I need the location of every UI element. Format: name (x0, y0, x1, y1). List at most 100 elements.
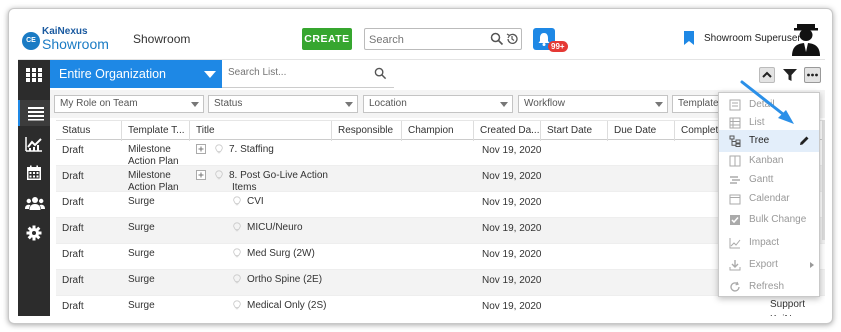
nav-apps[interactable] (18, 62, 50, 88)
caret-down-icon (191, 102, 199, 107)
lightbulb-icon (233, 196, 241, 206)
nav-people[interactable] (18, 190, 50, 216)
title-cell[interactable]: Ortho Spine (2E) (247, 274, 322, 286)
detail-icon (729, 99, 741, 111)
collapse-button[interactable] (759, 67, 775, 83)
lightbulb-icon (215, 170, 223, 180)
title-cell[interactable]: MICU/Neuro (247, 222, 303, 234)
user-avatar-icon[interactable] (790, 22, 822, 56)
search-icon[interactable] (374, 67, 387, 80)
view-menu-item-label: Gantt (749, 174, 774, 185)
filter-workflow[interactable]: Workflow (518, 95, 668, 113)
table-header: Status Template T... Title Responsible C… (56, 120, 825, 141)
column-header[interactable]: Title (190, 121, 332, 141)
top-header: CE KaiNexus Showroom Showroom CREATE 99+… (18, 18, 825, 60)
view-menu-item-refresh[interactable]: Refresh (719, 276, 819, 298)
table-row[interactable]: Draft Surge Med Surg (2W) Nov 19, 2020 (56, 244, 825, 270)
title-cell[interactable]: CVI (247, 196, 264, 208)
view-menu-item-impact[interactable]: Impact (719, 232, 819, 254)
title-cell[interactable]: 8. Post Go-Live Action (229, 170, 328, 182)
title-cell[interactable]: 7. Staffing (229, 144, 274, 156)
calendar-icon (27, 165, 41, 180)
calendar-view-icon (729, 194, 741, 205)
table-row[interactable]: Draft Surge Ortho Spine (2E) Nov 19, 2020 (56, 270, 825, 296)
created-date-cell: Nov 19, 2020 (482, 275, 542, 286)
caret-down-icon (500, 102, 508, 107)
screenshot-frame: CE KaiNexus Showroom Showroom CREATE 99+… (8, 8, 833, 324)
nav-reports[interactable] (18, 131, 50, 157)
table-row[interactable]: Draft Milestone Action Plan 8. Post Go-Live… (56, 166, 825, 193)
filter-my-role[interactable]: My Role on Team (54, 95, 204, 113)
view-menu-item-bulk-change[interactable]: Bulk Change (719, 209, 819, 231)
filter-status[interactable]: Status (208, 95, 358, 113)
status-cell: Draft (62, 275, 84, 286)
column-header[interactable]: Start Date (541, 121, 608, 141)
template-cell: Surge (128, 274, 155, 285)
view-menu-item-label: Impact (749, 237, 780, 248)
status-cell: Draft (62, 223, 84, 234)
column-header[interactable]: Created Da... (474, 121, 541, 141)
view-menu-item-label: Detail (749, 99, 775, 110)
status-cell: Draft (62, 249, 84, 260)
expand-icon[interactable] (196, 144, 206, 154)
refresh-icon (730, 281, 740, 292)
column-header[interactable]: Champion (402, 121, 474, 141)
caret-down-icon (345, 102, 353, 107)
created-date-cell: Nov 19, 2020 (482, 223, 542, 234)
column-header[interactable]: Template T... (122, 121, 190, 141)
user-name[interactable]: Showroom Superuser (704, 33, 801, 44)
more-options-button[interactable] (804, 67, 821, 83)
title-cell[interactable]: Medical Only (2S) (247, 300, 326, 312)
column-header[interactable]: Due Date (608, 121, 675, 141)
table-row[interactable]: Draft Surge CVI Nov 19, 2020 (56, 192, 825, 218)
scrollbar[interactable] (822, 120, 825, 240)
expand-icon[interactable] (196, 170, 206, 180)
global-search-input[interactable] (369, 32, 479, 47)
view-menu-item-label: Kanban (749, 155, 784, 166)
global-search[interactable] (364, 28, 522, 50)
submenu-caret-icon (810, 262, 814, 268)
organization-selector[interactable]: Entire Organization (50, 60, 222, 88)
view-menu-item-calendar[interactable]: Calendar (719, 188, 819, 210)
created-date-cell: Nov 19, 2020 (482, 249, 542, 260)
status-cell: Draft (62, 197, 84, 208)
column-header[interactable]: Status (56, 121, 122, 141)
view-menu-item-tree[interactable]: Tree (719, 130, 819, 152)
filter-icon[interactable] (782, 67, 798, 83)
items-table: Status Template T... Title Responsible C… (56, 120, 825, 316)
kainexus-logo[interactable]: CE KaiNexus Showroom (22, 24, 112, 56)
list-search[interactable] (222, 60, 394, 88)
organization-label: Entire Organization (59, 67, 167, 81)
lightbulb-icon (215, 144, 223, 154)
view-menu-item-export[interactable]: Export (719, 254, 819, 276)
tree-icon (729, 135, 741, 147)
view-menu-item-label: Calendar (749, 193, 790, 204)
chevron-up-icon (762, 71, 772, 78)
gear-icon (26, 225, 42, 241)
nav-calendar[interactable] (18, 160, 50, 186)
template-cell: Milestone (128, 144, 171, 155)
history-icon[interactable] (505, 32, 519, 46)
template-cell: Milestone (128, 170, 171, 181)
nav-settings[interactable] (18, 220, 50, 246)
table-row[interactable]: Draft Surge Medical Only (2S) Nov 19, 2020 (56, 296, 825, 316)
ellipsis-icon (807, 73, 818, 77)
view-options-menu: Detail List Tree Kanban Gantt Calendar Bulk Ch… (718, 92, 820, 297)
table-row[interactable]: Draft Milestone Action Plan 7. Staffing Nov … (56, 140, 825, 167)
column-header[interactable]: Responsible (332, 121, 402, 141)
filter-location[interactable]: Location (363, 95, 513, 113)
table-row[interactable]: Draft Surge MICU/Neuro Nov 19, 2020 (56, 218, 825, 244)
search-icon[interactable] (490, 32, 504, 46)
list-search-input[interactable] (228, 67, 368, 78)
create-button[interactable]: CREATE (302, 28, 352, 50)
pencil-icon[interactable] (799, 135, 810, 146)
apps-grid-icon (26, 68, 42, 82)
created-date-cell: Nov 19, 2020 (482, 171, 542, 182)
notification-count-badge: 99+ (548, 41, 568, 52)
status-cell: Draft (62, 301, 84, 312)
title-cell[interactable]: Med Surg (2W) (247, 248, 315, 260)
app-title: Showroom (133, 32, 191, 46)
nav-list[interactable] (18, 100, 50, 126)
created-date-cell: Nov 19, 2020 (482, 301, 542, 312)
bookmark-icon[interactable] (684, 31, 694, 45)
